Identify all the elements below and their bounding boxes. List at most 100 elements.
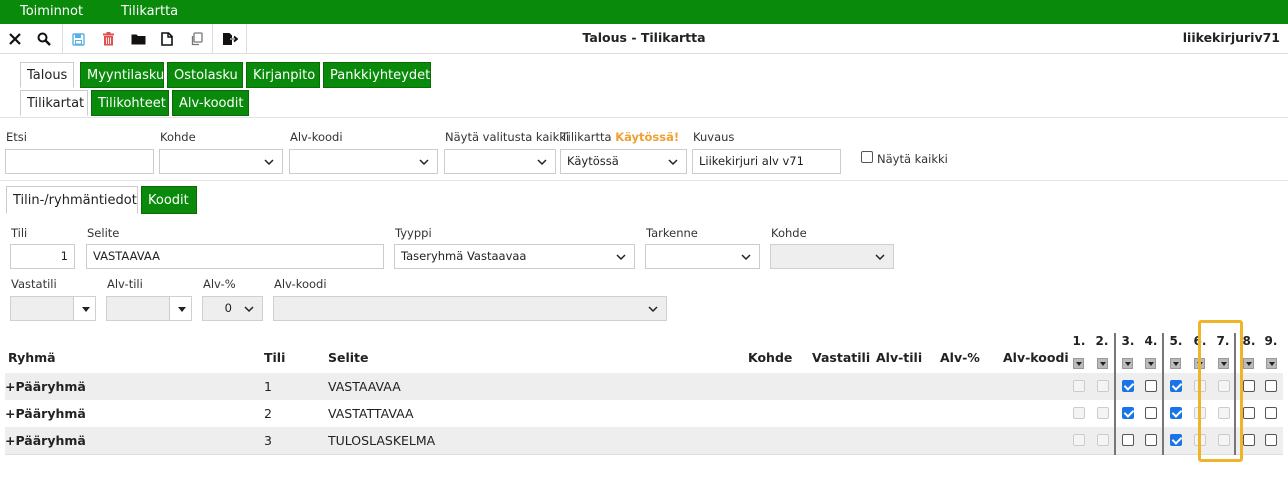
row-2-col-5-checkbox[interactable] [1170, 407, 1182, 419]
header-tili[interactable]: Tili [264, 350, 285, 365]
etsi-input[interactable] [5, 149, 154, 174]
table-row[interactable]: +Pääryhmä 3 TULOSLASKELMA [5, 427, 1283, 454]
nayta-kaikki-checkbox[interactable] [861, 151, 873, 163]
col-number-4: 4. [1144, 334, 1158, 348]
chevron-down-icon [741, 254, 751, 261]
tab-pankkiyhteydet[interactable]: Pankkiyhteydet [323, 62, 431, 88]
header-kohde[interactable]: Kohde [748, 350, 792, 365]
row-3-col-2-checkbox[interactable] [1097, 434, 1109, 446]
alvpros-select[interactable]: 0 [202, 296, 263, 321]
tab-myyntilasku[interactable]: Myyntilasku [80, 62, 164, 88]
caret-down-icon [178, 307, 186, 312]
tilikartta-label: Tilikartta Käytössä! [561, 130, 679, 144]
row-2-col-4-checkbox[interactable] [1145, 407, 1157, 419]
tab-tilikartat[interactable]: Tilikartat [20, 90, 88, 116]
filter-dropdown-2[interactable] [1097, 358, 1108, 369]
row-2-col-8-checkbox[interactable] [1243, 407, 1255, 419]
row-ryhma[interactable]: +Pääryhmä [5, 406, 86, 421]
chevron-down-icon [244, 306, 254, 313]
tilikartta-select[interactable]: Käytössä [560, 149, 687, 174]
menu-toiminnot[interactable]: Toiminnot [20, 4, 83, 19]
filter-dropdown-5[interactable] [1170, 358, 1181, 369]
tab-alv-koodit[interactable]: Alv-koodit [172, 90, 249, 116]
alvkoodi-select[interactable] [273, 296, 667, 321]
toolbar: Talous - Tilikartta liikekirjuriv71 [0, 24, 1288, 54]
row-3-col-5-checkbox[interactable] [1170, 434, 1182, 446]
filter-dropdown-8[interactable] [1243, 358, 1254, 369]
filter-dropdown-9[interactable] [1266, 358, 1277, 369]
tab-kirjanpito[interactable]: Kirjanpito [246, 62, 320, 88]
tyyppi-value: Taseryhmä Vastaavaa [401, 249, 527, 263]
vastatili-label: Vastatili [11, 277, 57, 291]
header-vastatili[interactable]: Vastatili [812, 350, 870, 365]
alvkoodi-filter-select[interactable] [289, 149, 438, 174]
row-selite: VASTAAVAA [328, 379, 401, 394]
tyyppi-select[interactable]: Taseryhmä Vastaavaa [394, 244, 635, 269]
menu-bar: Toiminnot Tilikartta [0, 0, 1288, 24]
row-1-col-9-checkbox[interactable] [1265, 380, 1277, 392]
row-3-col-1-checkbox[interactable] [1073, 434, 1085, 446]
row-1-col-2-checkbox[interactable] [1097, 380, 1109, 392]
table-row[interactable]: +Pääryhmä 2 VASTATTAVAA [5, 400, 1283, 427]
header-alvtili[interactable]: Alv-tili [876, 350, 922, 365]
tilikartta-value: Käytössä [567, 154, 619, 168]
caret-down-icon [82, 307, 90, 312]
kohde-filter-select[interactable] [159, 149, 283, 174]
column-separator [1162, 333, 1164, 455]
filter-dropdown-3[interactable] [1122, 358, 1133, 369]
chevron-down-icon [875, 254, 885, 261]
row-3-col-9-checkbox[interactable] [1265, 434, 1277, 446]
selite-input[interactable]: VASTAAVAA [86, 244, 384, 269]
row-tili: 3 [264, 433, 272, 448]
alvkoodi-filter-label: Alv-koodi [290, 130, 343, 144]
table-row[interactable]: +Pääryhmä 1 VASTAAVAA [5, 373, 1283, 400]
row-1-col-4-checkbox[interactable] [1145, 380, 1157, 392]
row-ryhma[interactable]: +Pääryhmä [5, 433, 86, 448]
header-alvkoodi[interactable]: Alv-koodi [1003, 350, 1069, 365]
highlight-box [1198, 320, 1243, 462]
header-ryhma[interactable]: Ryhmä [8, 350, 56, 365]
user-name[interactable]: liikekirjuriv71 [1183, 30, 1280, 45]
row-3-col-8-checkbox[interactable] [1243, 434, 1255, 446]
row-1-col-3-checkbox[interactable] [1122, 380, 1134, 392]
tab-koodit[interactable]: Koodit [141, 186, 197, 214]
row-1-col-8-checkbox[interactable] [1243, 380, 1255, 392]
row-3-col-4-checkbox[interactable] [1145, 434, 1157, 446]
filter-dropdown-4[interactable] [1145, 358, 1156, 369]
row-3-col-3-checkbox[interactable] [1122, 434, 1134, 446]
selite-label: Selite [87, 226, 120, 240]
nayta-kaikki-label: Näytä kaikki [877, 152, 948, 166]
tab-ostolasku[interactable]: Ostolasku [167, 62, 243, 88]
row-2-col-9-checkbox[interactable] [1265, 407, 1277, 419]
kohde-select[interactable] [770, 244, 894, 269]
col-number-8: 8. [1242, 334, 1256, 348]
tilikartta-status: Käytössä! [615, 130, 680, 144]
tab-tilin-ryhmantiedot[interactable]: Tilin-/ryhmäntiedot [6, 186, 138, 214]
row-1-col-1-checkbox[interactable] [1073, 380, 1085, 392]
tarkenne-select[interactable] [645, 244, 760, 269]
col-number-2: 2. [1095, 334, 1109, 348]
header-selite[interactable]: Selite [328, 350, 369, 365]
alvkoodi-label: Alv-koodi [274, 277, 327, 291]
vastatili-select[interactable] [10, 296, 96, 321]
tili-input[interactable]: 1 [10, 244, 75, 269]
kuvaus-input[interactable]: Liikekirjuri alv v71 [692, 149, 841, 174]
col-number-3: 3. [1121, 334, 1135, 348]
etsi-label: Etsi [6, 130, 27, 144]
alvtili-select[interactable] [106, 296, 192, 321]
row-2-col-3-checkbox[interactable] [1122, 407, 1134, 419]
row-ryhma[interactable]: +Pääryhmä [5, 379, 86, 394]
row-1-col-5-checkbox[interactable] [1170, 380, 1182, 392]
header-alvpros[interactable]: Alv-% [940, 350, 980, 365]
row-2-col-1-checkbox[interactable] [1073, 407, 1085, 419]
row-2-col-2-checkbox[interactable] [1097, 407, 1109, 419]
filter-dropdown-1[interactable] [1073, 358, 1084, 369]
tilikartta-label-text: Tilikartta [561, 130, 612, 144]
page-title: Talous - Tilikartta [582, 30, 706, 45]
menu-tilikartta[interactable]: Tilikartta [121, 4, 178, 19]
tab-talous[interactable]: Talous [20, 62, 74, 88]
tili-label: Tili [11, 226, 28, 240]
tab-tilikohteet[interactable]: Tilikohteet [91, 90, 169, 116]
row-tili: 1 [264, 379, 272, 394]
nayta-valitusta-select[interactable] [444, 149, 556, 174]
